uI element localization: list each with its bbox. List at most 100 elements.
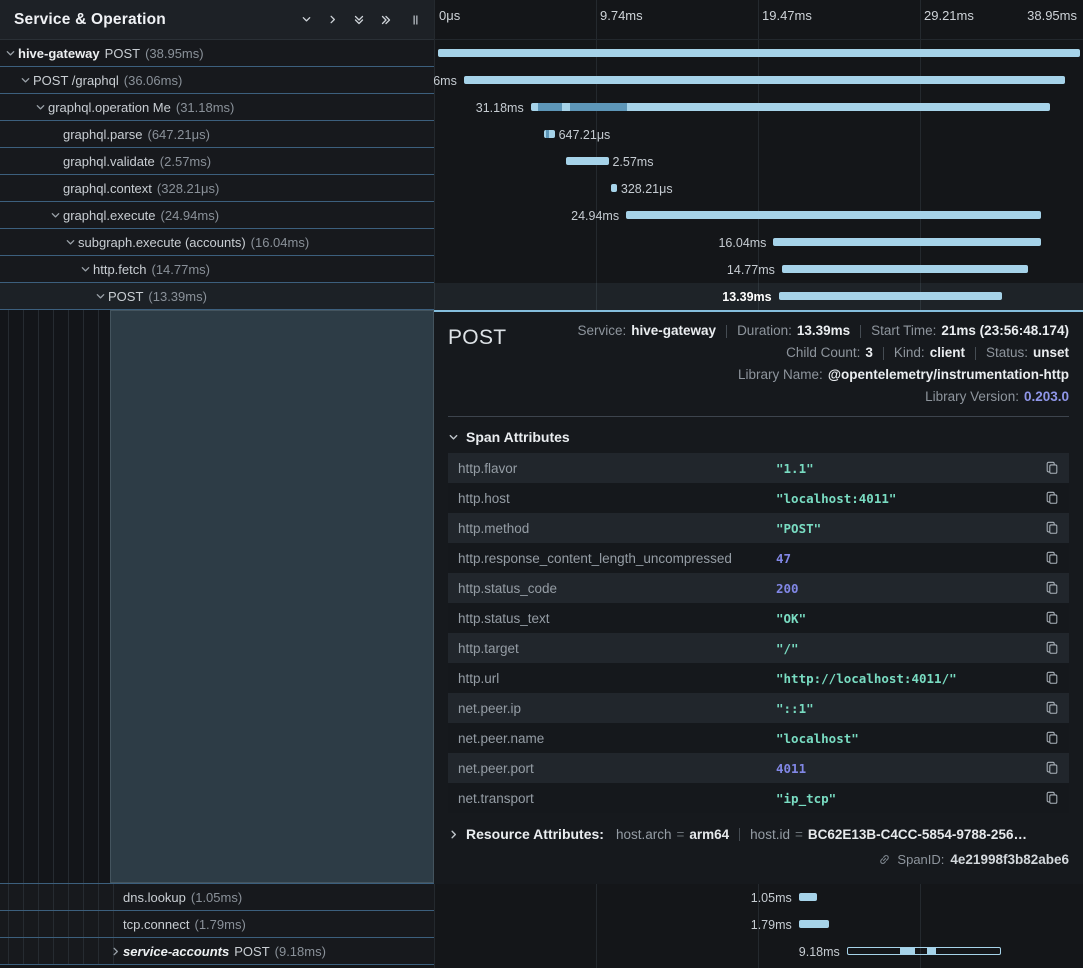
span-row[interactable]: tcp.connect(1.79ms)1.79ms [0, 911, 1083, 938]
chevron-right-icon[interactable] [110, 946, 123, 957]
span-bar[interactable] [779, 292, 1002, 300]
span-bar[interactable] [847, 947, 1001, 955]
copy-icon[interactable] [1045, 581, 1059, 595]
span-duration-label: 31.18ms [476, 101, 531, 115]
span-row[interactable]: POST(13.39ms) 13.39ms [0, 283, 1083, 310]
span-tree-item[interactable]: graphql.validate(2.57ms) [0, 148, 434, 175]
span-row[interactable]: POST /graphql(36.06ms)36.06ms [0, 67, 1083, 94]
span-operation-name: POST [234, 944, 269, 959]
span-tree-item[interactable]: subgraph.execute (accounts)(16.04ms) [0, 229, 434, 256]
span-operation-name: dns.lookup [123, 890, 186, 905]
span-bar[interactable] [464, 76, 1065, 84]
equals-sign: = [795, 827, 803, 842]
span-row[interactable]: hive-gatewayPOST(38.95ms) [0, 40, 1083, 67]
span-row[interactable]: subgraph.execute (accounts)(16.04ms) 16.0… [0, 229, 1083, 256]
span-service-name: hive-gateway [18, 46, 100, 61]
span-bar-cell: 328.21μs [434, 175, 1083, 202]
copy-icon[interactable] [1045, 761, 1059, 775]
attribute-row: http.status_text"OK" [448, 603, 1069, 633]
copy-icon[interactable] [1045, 611, 1059, 625]
span-bar[interactable] [531, 103, 1050, 111]
span-tree-item[interactable]: graphql.parse(647.21μs) [0, 121, 434, 148]
chevron-down-icon[interactable] [80, 264, 93, 275]
attribute-value: "1.1" [776, 461, 1045, 476]
attribute-value: 200 [776, 581, 1045, 596]
span-bar[interactable] [544, 130, 555, 138]
span-detail-panel: POST Service:hive-gatewayDuration:13.39m… [434, 310, 1083, 884]
span-duration: (13.39ms) [148, 289, 207, 304]
chevron-right-icon[interactable] [327, 14, 338, 25]
span-row[interactable]: dns.lookup(1.05ms) 1.05ms [0, 884, 1083, 911]
tick-label: 38.95ms [1027, 8, 1077, 23]
span-bar-cell: 13.39ms [434, 283, 1083, 310]
meta-value: 0.203.0 [1024, 386, 1069, 408]
span-operation-name: POST /graphql [33, 73, 119, 88]
copy-icon[interactable] [1045, 551, 1059, 565]
span-duration-label: 1.05ms [751, 891, 799, 905]
span-bar[interactable] [773, 238, 1040, 246]
copy-icon[interactable] [1045, 521, 1059, 535]
span-operation-name: graphql.execute [63, 208, 156, 223]
span-tree-item[interactable]: tcp.connect(1.79ms) [0, 911, 434, 938]
span-bar-segment [538, 103, 561, 111]
copy-icon[interactable] [1045, 701, 1059, 715]
span-tree-item[interactable]: hive-gatewayPOST(38.95ms) [0, 40, 434, 67]
chevron-down-icon[interactable] [5, 48, 18, 59]
link-icon[interactable] [878, 853, 891, 866]
span-bar[interactable] [626, 211, 1041, 219]
copy-icon[interactable] [1045, 491, 1059, 505]
span-bar[interactable] [611, 184, 617, 192]
span-row[interactable]: graphql.validate(2.57ms)2.57ms [0, 148, 1083, 175]
span-bar[interactable] [799, 893, 817, 901]
span-bar[interactable] [799, 920, 830, 928]
span-row[interactable]: service-accountsPOST(9.18ms)9.18ms [0, 938, 1083, 965]
copy-icon[interactable] [1045, 791, 1059, 805]
span-tree-item[interactable]: POST /graphql(36.06ms) [0, 67, 434, 94]
span-tree-item[interactable]: POST(13.39ms) [0, 283, 434, 310]
span-row[interactable]: graphql.context(328.21μs) 328.21μs [0, 175, 1083, 202]
chevron-down-icon[interactable] [65, 237, 78, 248]
span-tree-item[interactable]: http.fetch(14.77ms) [0, 256, 434, 283]
meta-label: Start Time: [871, 320, 936, 342]
span-id-label: SpanID: [897, 852, 944, 867]
double-chevron-down-icon[interactable] [353, 14, 365, 26]
chevron-down-icon[interactable] [95, 291, 108, 302]
span-duration: (14.77ms) [151, 262, 210, 277]
chevron-down-icon[interactable] [35, 102, 48, 113]
span-duration-label: 13.39ms [722, 290, 778, 304]
copy-icon[interactable] [1045, 641, 1059, 655]
chevron-down-icon[interactable] [50, 210, 63, 221]
copy-icon[interactable] [1045, 671, 1059, 685]
span-tree-item[interactable]: graphql.execute(24.94ms) [0, 202, 434, 229]
span-row[interactable]: graphql.parse(647.21μs)647.21μs [0, 121, 1083, 148]
selected-span-region [0, 310, 434, 884]
separator [975, 347, 976, 360]
grip-icon[interactable] [411, 13, 420, 27]
double-chevron-right-icon[interactable] [380, 14, 392, 26]
span-tree-item[interactable]: graphql.context(328.21μs) [0, 175, 434, 202]
span-duration-label: 16.04ms [718, 236, 773, 250]
span-row[interactable]: http.fetch(14.77ms)14.77ms [0, 256, 1083, 283]
span-attributes-title: Span Attributes [466, 429, 570, 445]
span-duration-label: 328.21μs [621, 182, 673, 196]
span-tree-item[interactable]: graphql.operation Me(31.18ms) [0, 94, 434, 121]
copy-icon[interactable] [1045, 461, 1059, 475]
span-row[interactable]: graphql.execute(24.94ms)24.94ms [0, 202, 1083, 229]
service-operation-header: Service & Operation [0, 0, 434, 40]
trace-viewer: Service & Operation 0μs 9.74ms 19.47ms 2… [0, 0, 1083, 968]
span-operation-name: POST [105, 46, 140, 61]
span-bar[interactable] [782, 265, 1028, 273]
resource-attributes-toggle[interactable]: Resource Attributes: [466, 826, 604, 842]
attribute-key: net.peer.name [458, 731, 776, 746]
selected-span-children-area[interactable] [110, 310, 434, 883]
chevron-down-icon [448, 432, 459, 443]
chevron-down-icon[interactable] [301, 14, 312, 25]
span-bar[interactable] [566, 157, 609, 165]
span-tree-item[interactable]: service-accountsPOST(9.18ms) [0, 938, 434, 965]
span-row[interactable]: graphql.operation Me(31.18ms) 31.18ms [0, 94, 1083, 121]
copy-icon[interactable] [1045, 731, 1059, 745]
chevron-down-icon[interactable] [20, 75, 33, 86]
span-bar[interactable] [438, 49, 1080, 57]
span-attributes-toggle[interactable]: Span Attributes [448, 429, 1069, 445]
span-tree-item[interactable]: dns.lookup(1.05ms) [0, 884, 434, 911]
